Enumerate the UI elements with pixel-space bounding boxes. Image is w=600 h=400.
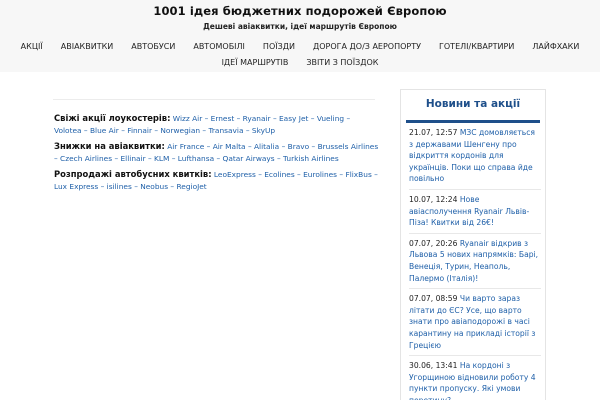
carrier-link[interactable]: Blue Air [90,126,119,135]
carrier-link[interactable]: Ernest [211,114,235,123]
carrier-link[interactable]: isilines [107,182,132,191]
carrier-link[interactable]: Ryanair [243,114,271,123]
nav-item[interactable]: ДОРОГА ДО/З АЕРОПОРТУ [304,42,430,51]
nav-row-2: ІДЕЇ МАРШРУТІВ ЗВІТИ З ПОЇЗДОК [0,54,600,70]
site-title[interactable]: 1001 ідея бюджетних подорожей Європою [0,4,600,18]
carrier-link[interactable]: Lufthansa [178,154,214,163]
carrier-link[interactable]: Qatar Airways [223,154,275,163]
nav-item[interactable]: ГОТЕЛІ/КВАРТИРИ [430,42,523,51]
carrier-link[interactable]: Neobus [140,182,168,191]
carrier-link[interactable]: KLM [154,154,169,163]
deals-block-label: Знижки на авіаквитки: [54,140,165,151]
main-content: Свіжі акції лоукостерів: Wizz Air – Erne… [54,112,379,195]
carrier-link[interactable]: Vueling [317,114,344,123]
carrier-link[interactable]: LeoExpress [214,170,256,179]
news-list: 21.07, 12:57 МЗС домовляється з державам… [401,123,545,400]
news-date: 10.07, 12:24 [409,194,458,204]
news-date: 30.06, 13:41 [409,361,458,371]
deals-block-label: Розпродажі автобусних квитків: [54,168,212,179]
nav-item[interactable]: ІДЕЇ МАРШРУТІВ [213,58,298,67]
news-date: 21.07, 12:57 [409,128,458,137]
carrier-link[interactable]: FlixBus [345,170,371,179]
carrier-link[interactable]: Eurolines [303,170,337,179]
carrier-link[interactable]: Czech Airlines [60,154,112,163]
nav-item[interactable]: ПОЇЗДИ [254,42,304,51]
news-item: 07.07, 20:26 Ryanair відкрив з Львова 5 … [409,234,541,290]
news-item: 10.07, 12:24 Нове авіасполучення Ryanair… [409,190,541,234]
news-sidebar: Новини та акції 21.07, 12:57 МЗС домовля… [400,89,546,400]
nav-item[interactable]: АВТОМОБІЛІ [184,42,254,51]
news-date: 07.07, 20:26 [409,238,458,248]
carrier-link[interactable]: Air France [167,142,204,151]
site-tagline: Дешеві авіаквитки, ідеї маршрутів Європо… [203,22,397,31]
nav-row-1: АКЦІЇ АВІАКВИТКИ АВТОБУСИ АВТОМОБІЛІ ПОЇЗДИ Д… [0,38,600,54]
content-divider [53,99,375,100]
nav-item[interactable]: ЛАЙФХАКИ [523,42,588,51]
carrier-link[interactable]: Easy Jet [279,114,308,123]
site-header: 1001 ідея бюджетних подорожей Європою Де… [0,0,600,72]
news-item: 07.07, 08:59 Чи варто зараз літати до ЄС… [409,289,541,357]
carrier-link[interactable]: Lux Express [54,182,98,191]
carrier-link[interactable]: Ellinair [120,154,145,163]
link-separator: – [346,114,351,123]
carrier-link[interactable]: Ecolines [264,170,294,179]
deals-block-label: Свіжі акції лоукостерів: [54,113,171,123]
carrier-link[interactable]: Wizz Air [173,114,202,123]
carrier-link[interactable]: Bravo [288,142,310,151]
carrier-link[interactable]: SkyUp [252,126,275,135]
sidebar-title: Новини та акції [406,90,540,123]
carrier-link[interactable]: Norwegian [160,126,200,135]
deals-block: Знижки на авіаквитки: Air France – Air M… [54,140,379,166]
link-separator: – [374,169,378,179]
nav-item[interactable]: АКЦІЇ [12,42,52,51]
news-item: 30.06, 13:41 На кордоні з Угорщиною відн… [409,356,541,400]
news-item: 21.07, 12:57 МЗС домовляється з державам… [409,123,541,190]
news-date: 07.07, 08:59 [409,294,458,304]
carrier-link[interactable]: Transavia [208,126,243,135]
carrier-link[interactable]: Air Malta [213,142,246,151]
carrier-link[interactable]: Turkish Airlines [283,154,339,163]
nav-item[interactable]: АВТОБУСИ [122,42,184,51]
deals-block: Свіжі акції лоукостерів: Wizz Air – Erne… [54,112,379,138]
main-nav: АКЦІЇ АВІАКВИТКИ АВТОБУСИ АВТОМОБІЛІ ПОЇЗДИ Д… [0,38,600,70]
carrier-link[interactable]: Alitalia [254,142,279,151]
nav-item[interactable]: ЗВІТИ З ПОЇЗДОК [297,58,387,67]
carrier-link[interactable]: Brussels Airlines [318,142,379,151]
carrier-link[interactable]: Volotea [54,126,82,135]
carrier-link[interactable]: RegioJet [176,182,206,191]
nav-item[interactable]: АВІАКВИТКИ [52,42,123,51]
deals-block: Розпродажі автобусних квитків: LeoExpres… [54,168,379,194]
carrier-link[interactable]: Finnair [127,126,152,135]
